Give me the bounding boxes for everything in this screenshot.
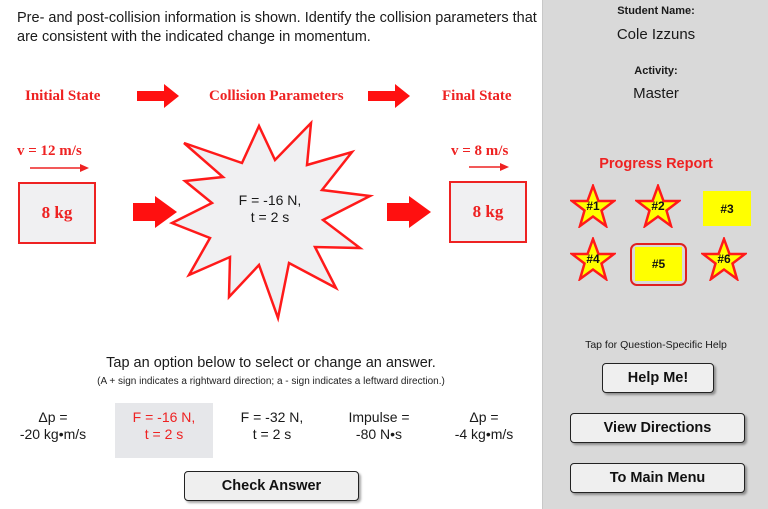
collision-parameters-text: F = -16 N, t = 2 s [215,192,325,226]
collision-time: t = 2 s [250,209,290,225]
option-line: -80 N•s [355,426,403,442]
sidebar: Student Name: Cole Izzuns Activity: Mast… [542,0,768,509]
sign-convention-note: (A + sign indicates a rightward directio… [97,376,445,387]
final-mass-block: 8 kg [449,181,527,243]
progress-label: #2 [651,199,665,213]
progress-item-5[interactable]: #5 [635,247,682,281]
initial-velocity: v = 12 m/s [17,143,82,159]
option-line: Impulse = [348,409,410,425]
option-line: -4 kg•m/s [454,426,514,442]
main-menu-button[interactable]: To Main Menu [570,463,745,493]
progress-label: #6 [717,252,731,266]
check-answer-button[interactable]: Check Answer [184,471,359,501]
option-line: t = 2 s [252,426,292,442]
initial-mass-label: 8 kg [41,203,73,222]
answer-option-5[interactable]: Δp = -4 kg•m/s [435,403,533,458]
progress-item-3[interactable]: #3 [703,191,751,226]
progress-item-6[interactable]: #6 [701,237,747,281]
help-caption: Tap for Question-Specific Help [585,339,727,351]
view-directions-button[interactable]: View Directions [570,413,745,443]
progress-label: #4 [586,252,600,266]
option-line: F = -16 N, [132,409,196,425]
activity-label: Activity: [634,65,678,77]
velocity-arrow-final-icon [469,163,509,171]
initial-mass-block: 8 kg [18,182,96,244]
activity-name: Master [633,85,679,102]
progress-report-title: Progress Report [599,156,713,172]
student-name-label: Student Name: [617,5,695,17]
arrow-right-icon [137,84,179,108]
arrow-right-icon [368,84,410,108]
velocity-arrow-initial-icon [30,164,89,172]
progress-item-2[interactable]: #2 [635,184,681,228]
progress-label: #1 [586,199,600,213]
arrow-right-icon [387,196,431,228]
progress-label: #3 [720,201,734,216]
progress-label: #5 [651,257,666,271]
option-line: -20 kg•m/s [19,426,87,442]
option-line: Δp = [38,409,68,425]
progress-item-1[interactable]: #1 [570,184,616,228]
progress-item-4[interactable]: #4 [570,237,616,281]
final-velocity: v = 8 m/s [451,143,509,159]
answer-option-4[interactable]: Impulse = -80 N•s [330,403,428,458]
question-area: Pre- and post-collision information is s… [0,0,542,509]
student-name: Cole Izzuns [616,26,696,43]
option-line: F = -32 N, [240,409,304,425]
answer-option-3[interactable]: F = -32 N, t = 2 s [223,403,321,458]
final-mass-label: 8 kg [472,202,504,221]
option-line: Δp = [469,409,499,425]
collision-force: F = -16 N, [238,192,302,208]
answer-option-2[interactable]: F = -16 N, t = 2 s [115,403,213,458]
option-line: t = 2 s [144,426,184,442]
select-prompt: Tap an option below to select or change … [106,355,436,371]
answer-option-1[interactable]: Δp = -20 kg•m/s [4,403,102,458]
help-me-button[interactable]: Help Me! [602,363,714,393]
